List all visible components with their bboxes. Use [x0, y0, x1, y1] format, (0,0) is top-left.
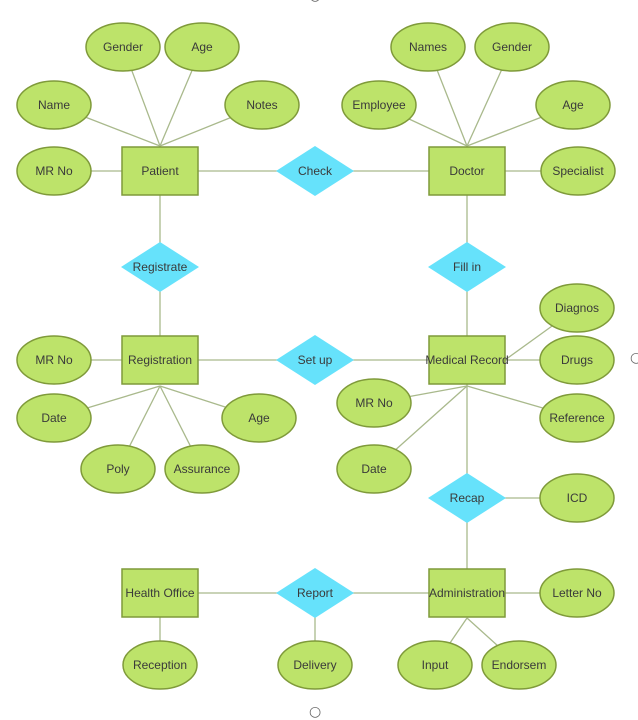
relationship-label: Report [297, 586, 334, 600]
line-attribute-a-input [449, 617, 468, 644]
attribute-label: MR No [35, 353, 73, 367]
relationship-label: Check [298, 164, 333, 178]
attribute-label: MR No [355, 396, 393, 410]
entity-medical-record[interactable]: Medical Record [425, 335, 509, 385]
attribute-r-mrno[interactable]: MR No [16, 335, 92, 385]
attribute-label: Employee [352, 98, 406, 112]
line-attribute-a-endorsem [466, 617, 498, 646]
attribute-d-employee[interactable]: Employee [341, 80, 417, 130]
relationship-set-up[interactable]: Set up [276, 335, 354, 385]
edge-artifact-bottom: ○ [309, 704, 322, 720]
attribute-label: Input [422, 658, 449, 672]
attribute-label: Age [562, 98, 584, 112]
line-attribute-p-gender [131, 70, 161, 147]
attribute-p-gender[interactable]: Gender [85, 22, 161, 72]
entity-doctor[interactable]: Doctor [428, 146, 506, 196]
line-attribute-m-mrno [409, 385, 468, 398]
attribute-p-name[interactable]: Name [16, 80, 92, 130]
entity-administration[interactable]: Administration [428, 568, 506, 618]
attribute-d-gender[interactable]: Gender [474, 22, 550, 72]
entity-label: Registration [128, 353, 192, 367]
edge-artifact-right: ○ [630, 350, 638, 366]
attribute-d-age[interactable]: Age [535, 80, 611, 130]
relationship-label: Recap [450, 491, 485, 505]
attribute-a-endorsem[interactable]: Endorsem [481, 640, 557, 690]
relationship-fill-in[interactable]: Fill in [428, 242, 506, 292]
attribute-label: Endorsem [492, 658, 547, 672]
attribute-r-poly[interactable]: Poly [80, 444, 156, 494]
attribute-h-reception[interactable]: Reception [122, 640, 198, 690]
relationship-report[interactable]: Report [276, 568, 354, 618]
entity-label: Patient [141, 164, 179, 178]
entity-label: Doctor [449, 164, 484, 178]
attribute-label: ICD [567, 491, 588, 505]
attribute-label: Age [248, 411, 270, 425]
relationship-registrate[interactable]: Registrate [121, 242, 199, 292]
attribute-d-names[interactable]: Names [390, 22, 466, 72]
attribute-d-specialist[interactable]: Specialist [540, 146, 616, 196]
attribute-label: Reception [133, 658, 187, 672]
attribute-r-date[interactable]: Date [16, 393, 92, 443]
relationship-recap[interactable]: Recap [428, 473, 506, 523]
attribute-p-mrno[interactable]: MR No [16, 146, 92, 196]
entity-patient[interactable]: Patient [121, 146, 199, 196]
attribute-m-diagnos[interactable]: Diagnos [539, 283, 615, 333]
attribute-m-date[interactable]: Date [336, 444, 412, 494]
line-attribute-m-reference [466, 385, 544, 409]
relationship-label: Fill in [453, 260, 481, 274]
attribute-label: Age [191, 40, 213, 54]
relationship-check[interactable]: Check [276, 146, 354, 196]
entity-health-office[interactable]: Health Office [121, 568, 199, 618]
attribute-a-input[interactable]: Input [397, 640, 473, 690]
attribute-label: Name [38, 98, 70, 112]
attribute-r-assurance[interactable]: Assurance [164, 444, 240, 494]
line-attribute-r-poly [128, 385, 161, 447]
line-attribute-p-name [85, 116, 161, 147]
attribute-label: Reference [549, 411, 605, 425]
attribute-label: Specialist [552, 164, 604, 178]
line-attribute-r-date [87, 385, 161, 409]
attribute-label: Notes [246, 98, 277, 112]
entity-label: Health Office [125, 586, 194, 600]
attribute-label: Diagnos [555, 301, 599, 315]
attribute-m-mrno[interactable]: MR No [336, 378, 412, 428]
attribute-p-age[interactable]: Age [164, 22, 240, 72]
attribute-label: Letter No [552, 586, 602, 600]
edge-artifact-top: ○ [309, 0, 321, 4]
er-diagram: Patient Doctor Registration Medical Record H… [16, 22, 616, 690]
entity-registration[interactable]: Registration [121, 335, 199, 385]
attribute-rc-icd[interactable]: ICD [539, 473, 615, 523]
attribute-label: Delivery [293, 658, 336, 672]
attribute-r-age[interactable]: Age [221, 393, 297, 443]
attribute-label: Assurance [174, 462, 231, 476]
attribute-m-drugs[interactable]: Drugs [539, 335, 615, 385]
relationship-label: Set up [298, 353, 333, 367]
attribute-rp-delivery[interactable]: Delivery [277, 640, 353, 690]
entity-label: Administration [429, 586, 505, 600]
attribute-label: Date [361, 462, 387, 476]
attribute-label: Gender [103, 40, 143, 54]
attribute-label: Names [409, 40, 447, 54]
attribute-label: MR No [35, 164, 73, 178]
attribute-p-notes[interactable]: Notes [224, 80, 300, 130]
attribute-label: Drugs [561, 353, 593, 367]
attribute-label: Gender [492, 40, 532, 54]
attribute-m-reference[interactable]: Reference [539, 393, 615, 443]
relationship-label: Registrate [133, 260, 188, 274]
attribute-a-letterno[interactable]: Letter No [539, 568, 615, 618]
attribute-label: Poly [106, 462, 129, 476]
attribute-label: Date [41, 411, 67, 425]
entity-label: Medical Record [425, 353, 508, 367]
